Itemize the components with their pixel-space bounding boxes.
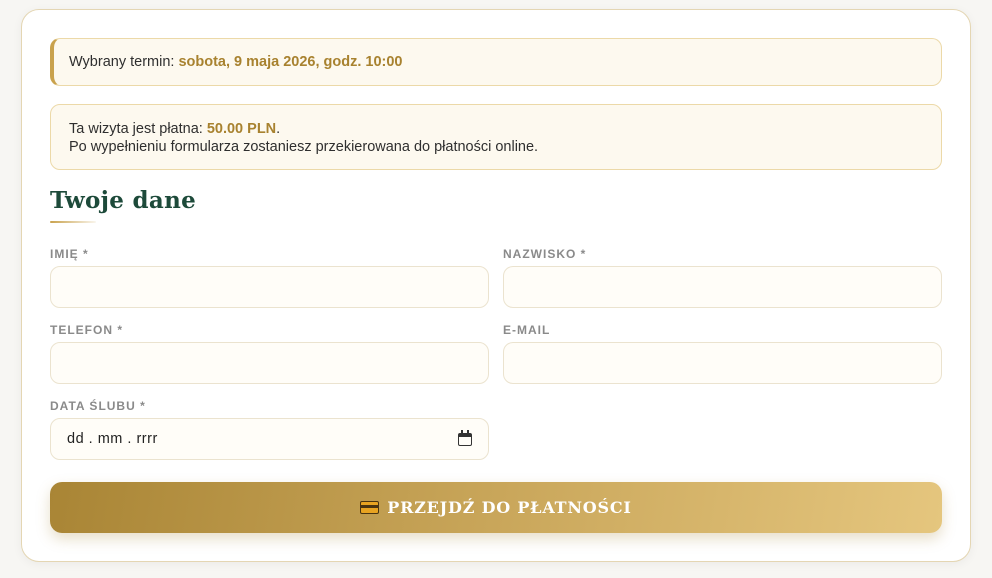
email-label: E-MAIL — [503, 323, 551, 337]
proceed-to-payment-label: PRZEJDŹ DO PŁATNOŚCI — [387, 498, 632, 517]
last-name-label: NAZWISKO * — [503, 247, 587, 261]
first-name-input[interactable] — [50, 266, 489, 308]
booking-form-card: Wybrany termin: sobota, 9 maja 2026, god… — [21, 9, 971, 562]
last-name-input[interactable] — [503, 266, 942, 308]
credit-card-icon — [360, 501, 380, 514]
wedding-date-label: DATA ŚLUBU * — [50, 399, 146, 413]
payment-notice-suffix: . — [276, 121, 281, 137]
payment-notice-line1: Ta wizyta jest płatna: 50.00 PLN. — [69, 120, 941, 138]
selected-term-value: sobota, 9 maja 2026, godz. 10:00 — [178, 54, 403, 70]
title-underline — [50, 221, 96, 223]
wedding-date-placeholder: dd . mm . rrrr — [67, 431, 158, 447]
selected-term-prefix: Wybrany termin: — [69, 54, 179, 70]
calendar-icon[interactable] — [458, 429, 472, 446]
payment-notice-line2: Po wypełnieniu formularza zostaniesz prz… — [69, 139, 539, 155]
email-input[interactable] — [503, 342, 942, 384]
phone-input[interactable] — [50, 342, 489, 384]
payment-notice-prefix: Ta wizyta jest płatna: — [69, 121, 207, 137]
wedding-date-input[interactable]: dd . mm . rrrr — [50, 418, 489, 460]
section-title: Twoje dane — [50, 187, 197, 214]
payment-amount: 50.00 PLN — [206, 121, 277, 137]
proceed-to-payment-button[interactable]: PRZEJDŹ DO PŁATNOŚCI — [50, 482, 942, 533]
first-name-label: IMIĘ * — [50, 247, 89, 261]
phone-label: TELEFON * — [50, 323, 124, 337]
selected-term-notice: Wybrany termin: sobota, 9 maja 2026, god… — [50, 38, 942, 86]
payment-notice: Ta wizyta jest płatna: 50.00 PLN. Po wyp… — [50, 104, 942, 170]
